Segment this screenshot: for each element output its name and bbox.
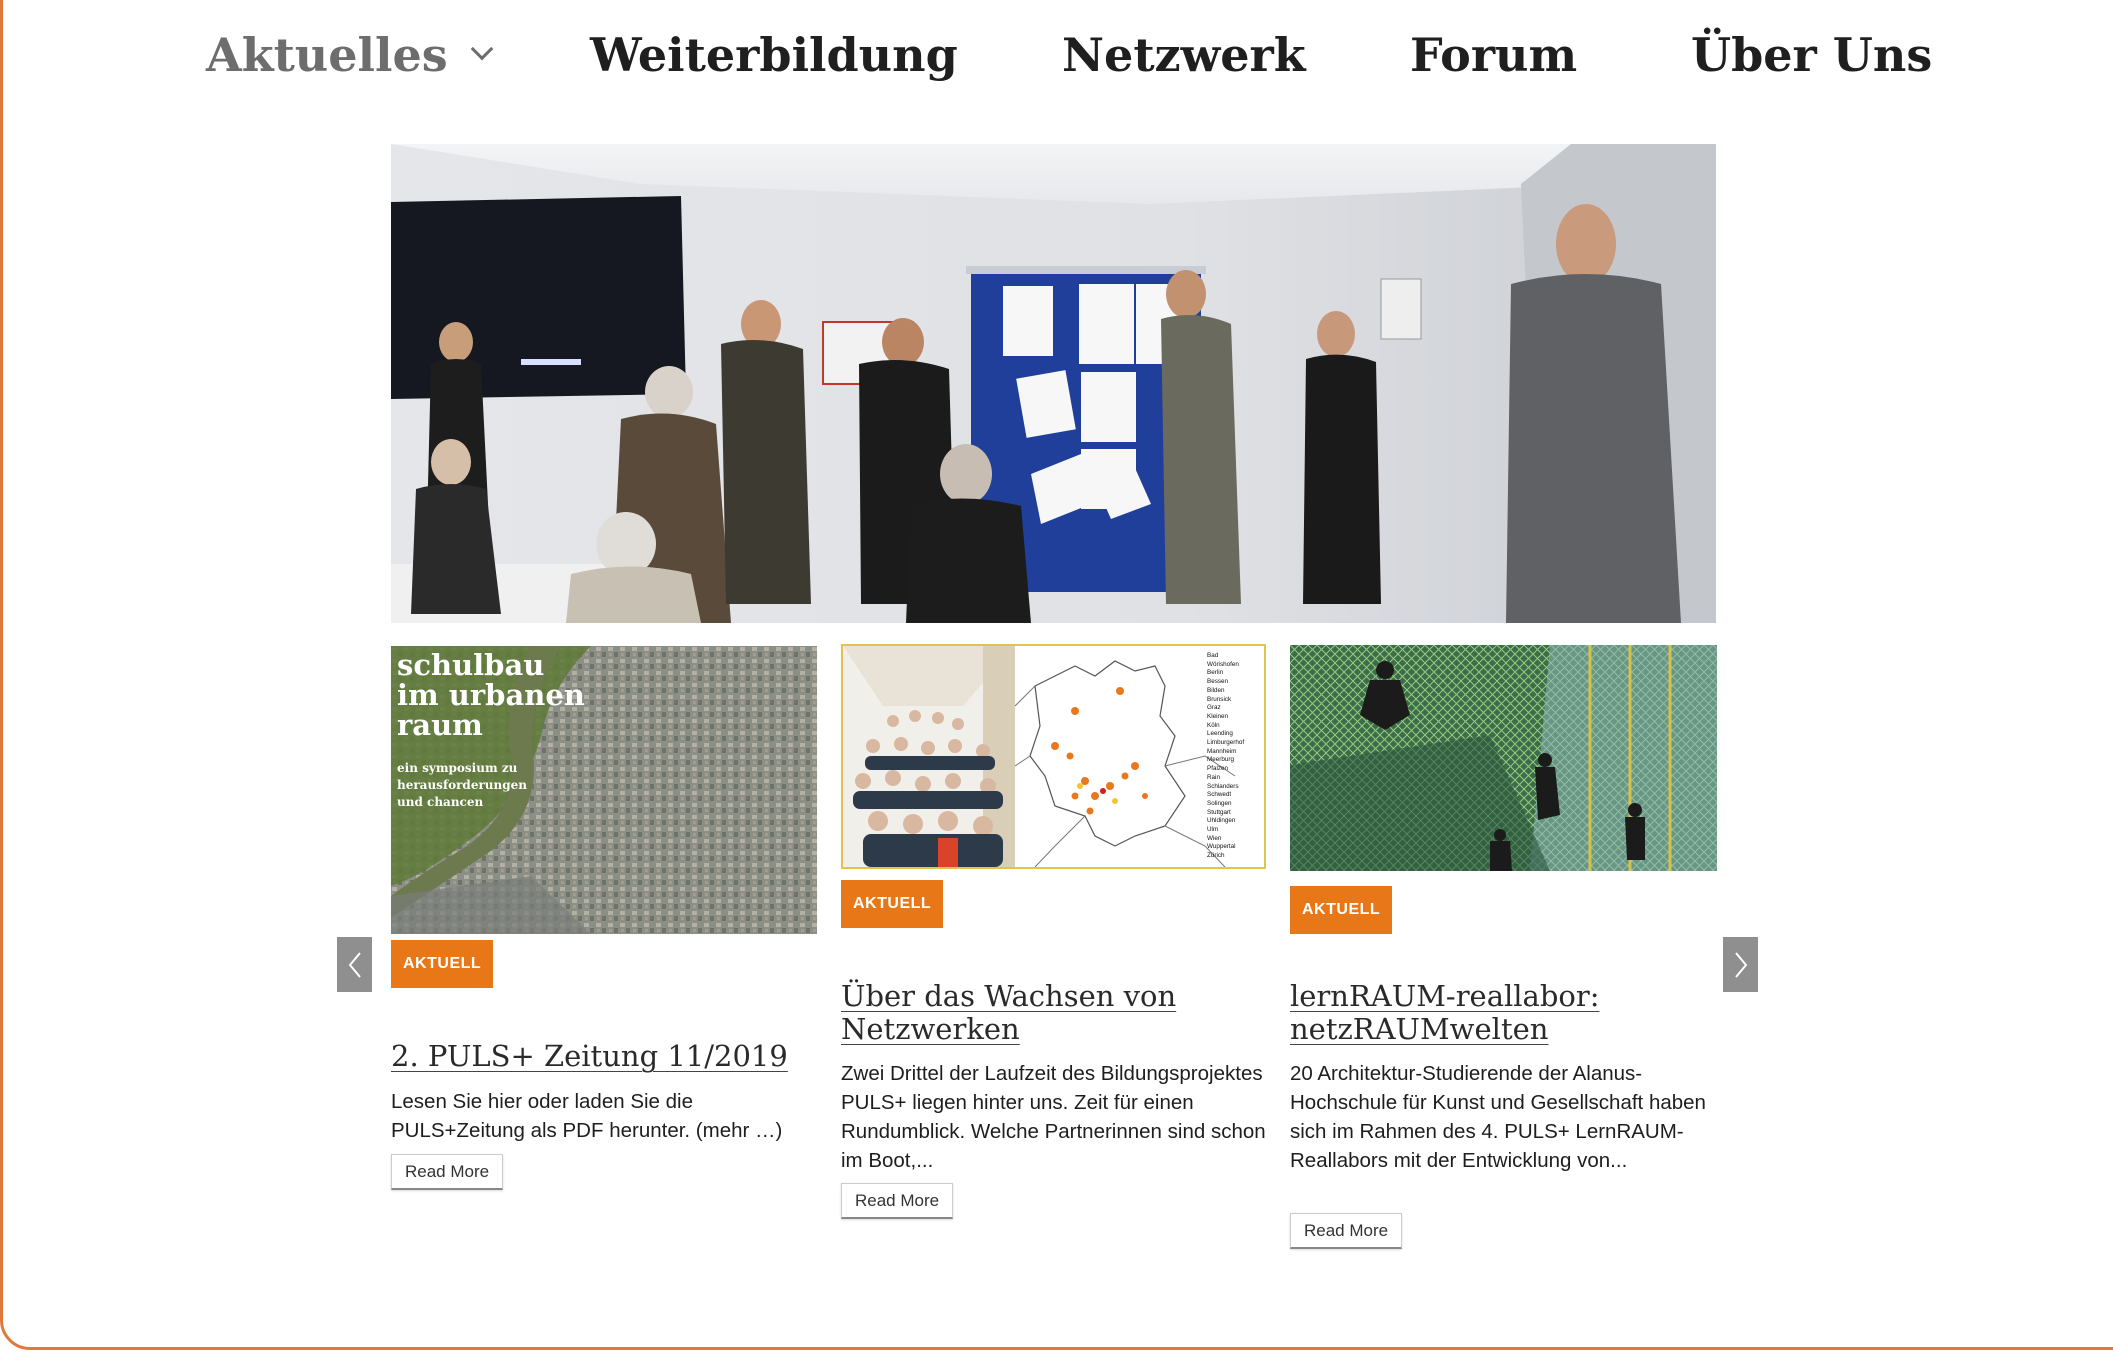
- card-2-read-more-button[interactable]: Read More: [841, 1183, 954, 1219]
- card-3-thumbnail[interactable]: [1290, 645, 1717, 871]
- map-city-label: Graz: [1207, 704, 1221, 712]
- category-badge[interactable]: AKTUELL: [391, 940, 494, 988]
- map-city-label: Bilden: [1207, 686, 1225, 694]
- thumbnail-heading-line: im urbanen: [397, 678, 585, 712]
- map-city-label: Rain: [1207, 773, 1220, 781]
- card-2-thumbnail[interactable]: Bad Wörishofen Berlin Bessen Bilden Brunsick G…: [841, 644, 1266, 869]
- thumbnail-subheading: ein symposium zu herausforderungen und c…: [397, 760, 527, 811]
- map-city-label: Wien: [1207, 834, 1222, 842]
- nav-item-aktuelles[interactable]: Aktuelles: [206, 28, 493, 82]
- map-city-label: Brunsick: [1207, 695, 1232, 703]
- map-city-label: Uhldingen: [1207, 817, 1236, 825]
- hero-photo-illustration: [391, 144, 1716, 623]
- map-city-label: Leending: [1207, 730, 1233, 738]
- map-city-label: Wuppertal: [1207, 843, 1236, 851]
- map-city-label: Stuttgart: [1207, 808, 1231, 816]
- map-city-label: Schwedt: [1207, 791, 1232, 799]
- thumbnail-heading-line: raum: [397, 708, 483, 742]
- carousel-prev-button[interactable]: [337, 937, 372, 992]
- map-city-label: Bad: [1207, 652, 1219, 659]
- chevron-right-icon: [1734, 951, 1747, 978]
- group-photo-image: [843, 646, 1015, 867]
- card-2-excerpt: Zwei Drittel der Laufzeit des Bildungspr…: [841, 1062, 1266, 1172]
- thumbnail-subheading-line: herausforderungen: [397, 778, 527, 792]
- map-city-label: Bessen: [1207, 678, 1229, 686]
- map-city-label: Meerburg: [1207, 756, 1234, 764]
- nav-label-aktuelles: Aktuelles: [206, 28, 448, 82]
- card-3-excerpt: 20 Architektur-Studierende der Alanus-Ho…: [1290, 1062, 1706, 1172]
- map-city-label: Ulm: [1207, 826, 1219, 834]
- hero-image[interactable]: [391, 144, 1716, 623]
- chevron-left-icon: [348, 951, 361, 978]
- carousel-next-button[interactable]: [1723, 937, 1758, 992]
- climbing-net-installation-image: [1290, 645, 1717, 871]
- card-3-read-more-button[interactable]: Read More: [1290, 1213, 1403, 1249]
- nav-item-forum[interactable]: Forum: [1410, 28, 1577, 82]
- nav-item-weiterbildung[interactable]: Weiterbildung: [590, 28, 958, 82]
- map-city-list: Bad Wörishofen Berlin Bessen Bilden Brunsick G…: [1207, 652, 1244, 861]
- card-1-read-more-button[interactable]: Read More: [391, 1154, 504, 1190]
- map-city-label: Pfalzen: [1207, 765, 1229, 773]
- thumbnail-heading: schulbau im urbanen raum: [397, 650, 585, 740]
- map-city-label: Zürich: [1207, 852, 1225, 860]
- card-1-thumbnail[interactable]: schulbau im urbanen raum ein symposium z…: [391, 646, 817, 934]
- category-badge[interactable]: AKTUELL: [1290, 886, 1393, 934]
- map-city-label: Limburgerhof: [1207, 739, 1245, 747]
- main-navigation: Aktuelles Weiterbildung Netzwerk Forum Ü…: [0, 28, 2113, 108]
- card-3-title[interactable]: lernRAUM-reallabor: netzRAUMwelten: [1290, 980, 1720, 1046]
- card-2-title[interactable]: Über das Wachsen von Netzwerken: [841, 980, 1271, 1046]
- card-1-excerpt: Lesen Sie hier oder laden Sie die PULS+Z…: [391, 1090, 783, 1142]
- category-badge[interactable]: AKTUELL: [841, 880, 944, 928]
- map-city-label: Berlin: [1207, 669, 1224, 677]
- card-1-title[interactable]: 2. PULS+ Zeitung 11/2019: [391, 1040, 821, 1073]
- chevron-down-icon: [470, 37, 493, 61]
- nav-item-ueber-uns[interactable]: Über Uns: [1691, 28, 1932, 82]
- map-city-label: Solingen: [1207, 799, 1232, 807]
- map-city-label: Wörishofen: [1207, 660, 1239, 668]
- thumbnail-subheading-line: ein symposium zu: [397, 761, 518, 775]
- nav-item-netzwerk[interactable]: Netzwerk: [1062, 28, 1306, 82]
- map-city-label: Köln: [1207, 721, 1220, 729]
- thumbnail-heading-line: schulbau: [397, 648, 545, 682]
- map-city-label: Kleinen: [1207, 712, 1229, 720]
- map-city-label: Mannheim: [1207, 747, 1237, 755]
- map-city-label: Schlanders: [1207, 782, 1239, 790]
- thumbnail-subheading-line: und chancen: [397, 795, 484, 809]
